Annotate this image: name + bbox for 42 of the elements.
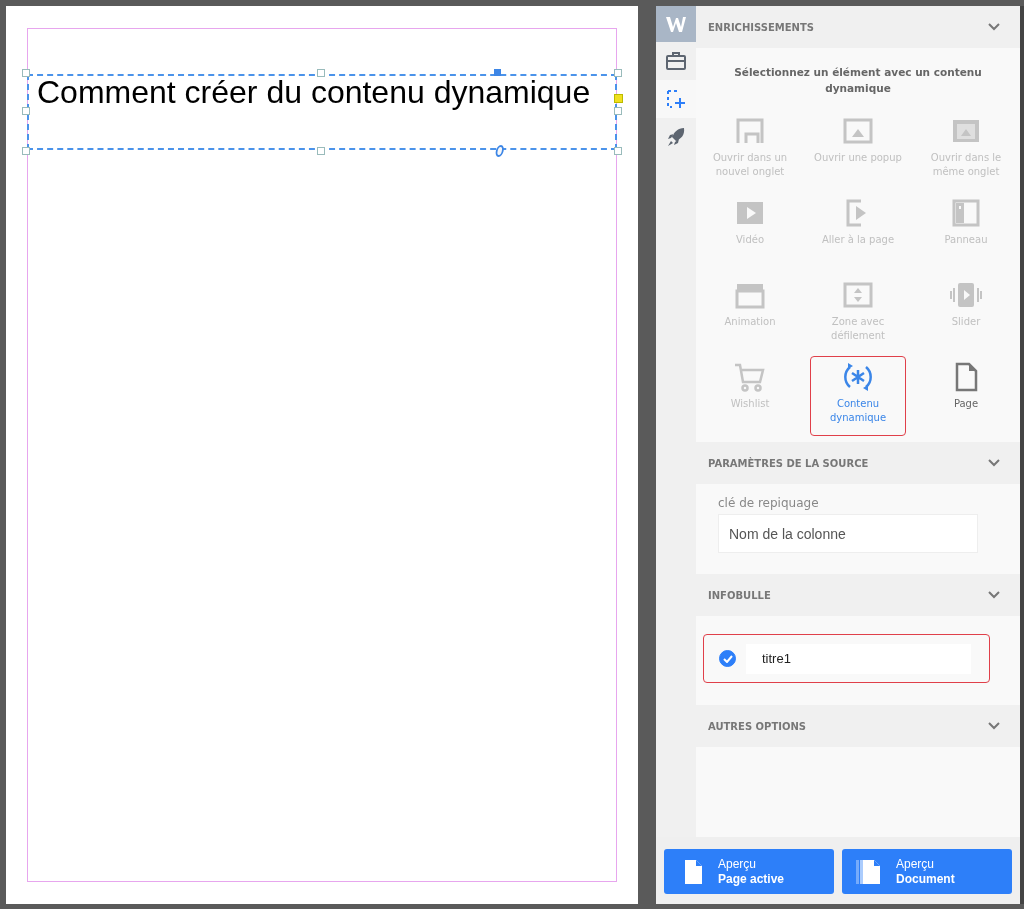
anchor-handle[interactable] <box>494 69 501 76</box>
section-title: PARAMÈTRES DE LA SOURCE <box>708 457 869 469</box>
frame-handle[interactable] <box>317 69 325 77</box>
chevron-down-icon <box>988 459 1000 467</box>
frame-handle[interactable] <box>317 147 325 155</box>
rocket-icon <box>665 126 687 148</box>
cart-icon <box>734 361 766 393</box>
checkbox[interactable] <box>719 650 736 667</box>
briefcase-icon <box>665 50 687 72</box>
logo-icon <box>656 6 696 42</box>
field-label: clé de repiquage <box>718 496 820 510</box>
frame-thread-icon[interactable] <box>495 145 505 157</box>
section-title: ENRICHISSEMENTS <box>708 21 814 33</box>
add-selection-icon <box>665 88 687 110</box>
section-header[interactable]: INFOBULLE <box>696 574 1020 616</box>
section-title: AUTRES OPTIONS <box>708 720 807 732</box>
chevron-down-icon <box>988 722 1000 730</box>
frame-handle[interactable] <box>22 107 30 115</box>
section-header[interactable]: PARAMÈTRES DE LA SOURCE <box>696 442 1020 484</box>
enrichment-option[interactable]: Contenu dynamique <box>810 356 906 436</box>
preview-button[interactable]: Aperçu Document <box>842 849 1012 894</box>
panel-icon <box>950 197 982 229</box>
chevron-down-icon <box>988 23 1000 31</box>
frame-handle[interactable] <box>614 69 622 77</box>
frame-handle[interactable] <box>22 69 30 77</box>
chevron-down-icon <box>988 591 1000 599</box>
input-field[interactable]: titre1 <box>746 643 971 674</box>
section-header[interactable]: ENRICHISSEMENTS <box>696 6 1020 48</box>
frame-handle[interactable] <box>22 147 30 155</box>
rail-tab[interactable] <box>656 80 696 118</box>
frame-handle[interactable] <box>614 107 622 115</box>
input-field[interactable]: Nom de la colonne <box>718 514 978 553</box>
overflow-handle[interactable] <box>614 94 623 103</box>
asterisk-refresh-icon <box>842 361 874 393</box>
checkmark-icon <box>722 654 733 663</box>
preview-button[interactable]: Aperçu Page active <box>664 849 834 894</box>
pages-icon <box>856 857 882 886</box>
section-header[interactable]: AUTRES OPTIONS <box>696 705 1020 747</box>
section-title: INFOBULLE <box>708 589 771 601</box>
instruction-text: Sélectionnez un élément avec un contenu dynamique <box>733 65 983 96</box>
frame-handle[interactable] <box>614 147 622 155</box>
enrichment-option[interactable]: Page <box>918 356 1014 436</box>
